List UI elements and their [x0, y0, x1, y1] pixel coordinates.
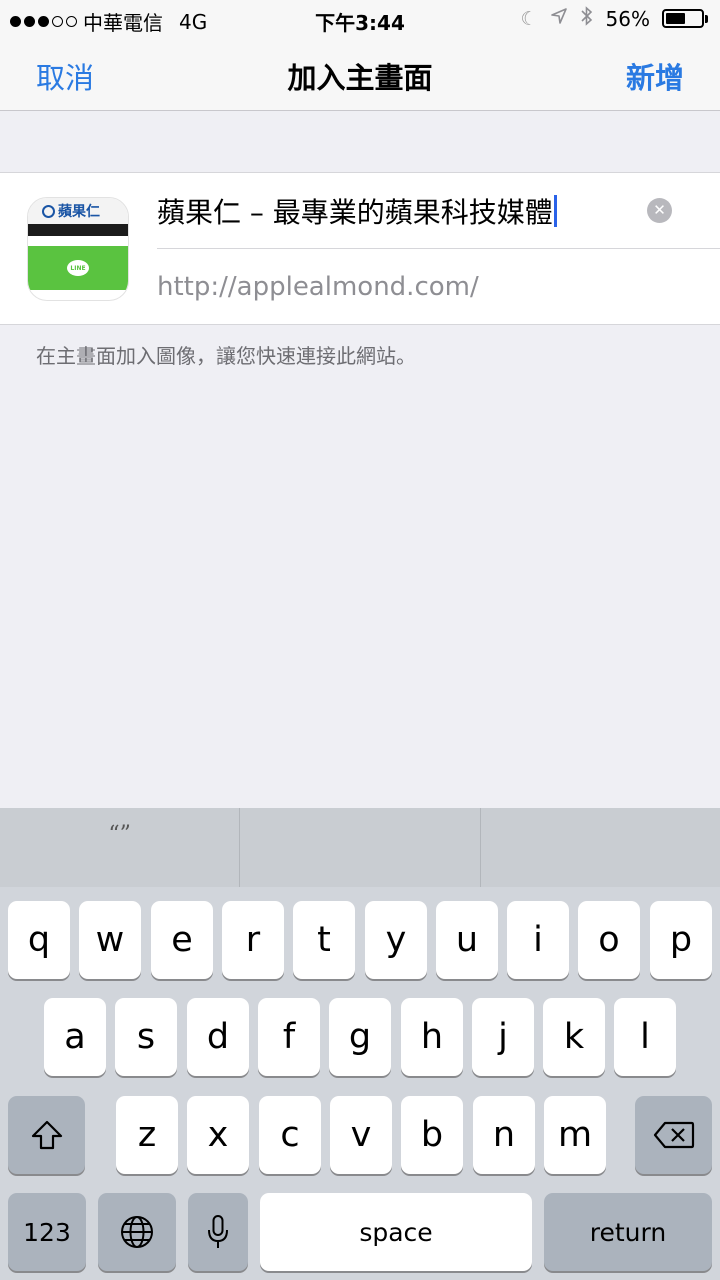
- clear-text-icon[interactable]: ✕: [647, 198, 672, 223]
- key-c[interactable]: c: [259, 1096, 321, 1174]
- carrier-name: 中華電信: [83, 11, 163, 35]
- add-to-home-form: 蘋果仁 LINE 蘋果仁 – 最專業的蘋果科技媒體 ✕ http://apple…: [0, 172, 720, 325]
- navigation-bar: 取消 加入主畫面 新增: [0, 38, 720, 111]
- thumbnail-brand-text: 蘋果仁: [58, 204, 100, 220]
- key-v[interactable]: v: [330, 1096, 392, 1174]
- globe-icon: [121, 1216, 153, 1248]
- key-e[interactable]: e: [151, 901, 213, 979]
- key-o[interactable]: o: [578, 901, 640, 979]
- page-title: 加入主畫面: [287, 61, 433, 95]
- key-u[interactable]: u: [436, 901, 498, 979]
- key-h[interactable]: h: [401, 998, 463, 1076]
- suggestion-item[interactable]: [481, 808, 720, 887]
- key-j[interactable]: j: [472, 998, 534, 1076]
- thumbnail-menu-bar: [28, 224, 128, 236]
- key-a[interactable]: a: [44, 998, 106, 1076]
- shift-icon: [31, 1120, 62, 1150]
- battery-level-fill: [666, 13, 686, 24]
- signal-strength-icon: [10, 16, 77, 27]
- key-d[interactable]: d: [187, 998, 249, 1076]
- title-input-value: 蘋果仁 – 最專業的蘋果科技媒體: [157, 196, 553, 229]
- key-f[interactable]: f: [258, 998, 320, 1076]
- on-screen-keyboard: 123 space return qwertyuiop asdfghjkl zxcv…: [0, 887, 720, 1280]
- key-m[interactable]: m: [544, 1096, 606, 1174]
- key-y[interactable]: y: [365, 901, 427, 979]
- line-logo-icon: LINE: [67, 260, 89, 276]
- site-url: http://applealmond.com/: [157, 272, 479, 302]
- key-i[interactable]: i: [507, 901, 569, 979]
- cancel-button[interactable]: 取消: [36, 55, 94, 97]
- title-input[interactable]: 蘋果仁 – 最專業的蘋果科技媒體: [157, 191, 557, 231]
- key-w[interactable]: w: [79, 901, 141, 979]
- status-right: ☾ 56%: [520, 6, 708, 31]
- thumbnail-banner: LINE: [28, 246, 128, 290]
- status-bar: 中華電信 4G 下午3:44 ☾ 56%: [0, 0, 720, 38]
- site-icon-thumbnail: 蘋果仁 LINE: [27, 197, 129, 301]
- battery-percent: 56%: [605, 6, 650, 31]
- suggestion-item[interactable]: “”: [0, 808, 241, 887]
- battery-icon: [662, 9, 708, 28]
- key-g[interactable]: g: [329, 998, 391, 1076]
- key-s[interactable]: s: [115, 998, 177, 1076]
- location-arrow-icon: [550, 7, 568, 30]
- hint-text: 在主畫面加入圖像，讓您快速連接此網站。: [36, 344, 416, 368]
- key-p[interactable]: p: [650, 901, 712, 979]
- do-not-disturb-moon-icon: ☾: [520, 7, 538, 30]
- key-k[interactable]: k: [543, 998, 605, 1076]
- network-type: 4G: [179, 9, 208, 34]
- key-z[interactable]: z: [116, 1096, 178, 1174]
- key-x[interactable]: x: [187, 1096, 249, 1174]
- key-q[interactable]: q: [8, 901, 70, 979]
- shift-key[interactable]: [8, 1096, 85, 1174]
- key-n[interactable]: n: [473, 1096, 535, 1174]
- keyboard-suggestion-bar: “”: [0, 808, 720, 887]
- suggestion-item[interactable]: [240, 808, 481, 887]
- key-b[interactable]: b: [401, 1096, 463, 1174]
- microphone-icon: [208, 1215, 228, 1248]
- backspace-icon: [653, 1121, 694, 1149]
- globe-key[interactable]: [98, 1193, 176, 1271]
- key-t[interactable]: t: [293, 901, 355, 979]
- status-left: 中華電信 4G: [10, 7, 207, 36]
- bluetooth-icon: [580, 6, 594, 31]
- add-button[interactable]: 新增: [626, 55, 684, 97]
- text-cursor: [553, 195, 557, 227]
- numbers-key[interactable]: 123: [8, 1193, 86, 1271]
- return-key[interactable]: return: [544, 1193, 712, 1271]
- title-row: 蘋果仁 – 最專業的蘋果科技媒體 ✕: [157, 173, 720, 249]
- key-l[interactable]: l: [614, 998, 676, 1076]
- delete-key[interactable]: [635, 1096, 712, 1174]
- key-r[interactable]: r: [222, 901, 284, 979]
- thumbnail-brand-logo: 蘋果仁: [28, 198, 128, 224]
- dictation-key[interactable]: [188, 1193, 248, 1271]
- space-key[interactable]: space: [260, 1193, 532, 1271]
